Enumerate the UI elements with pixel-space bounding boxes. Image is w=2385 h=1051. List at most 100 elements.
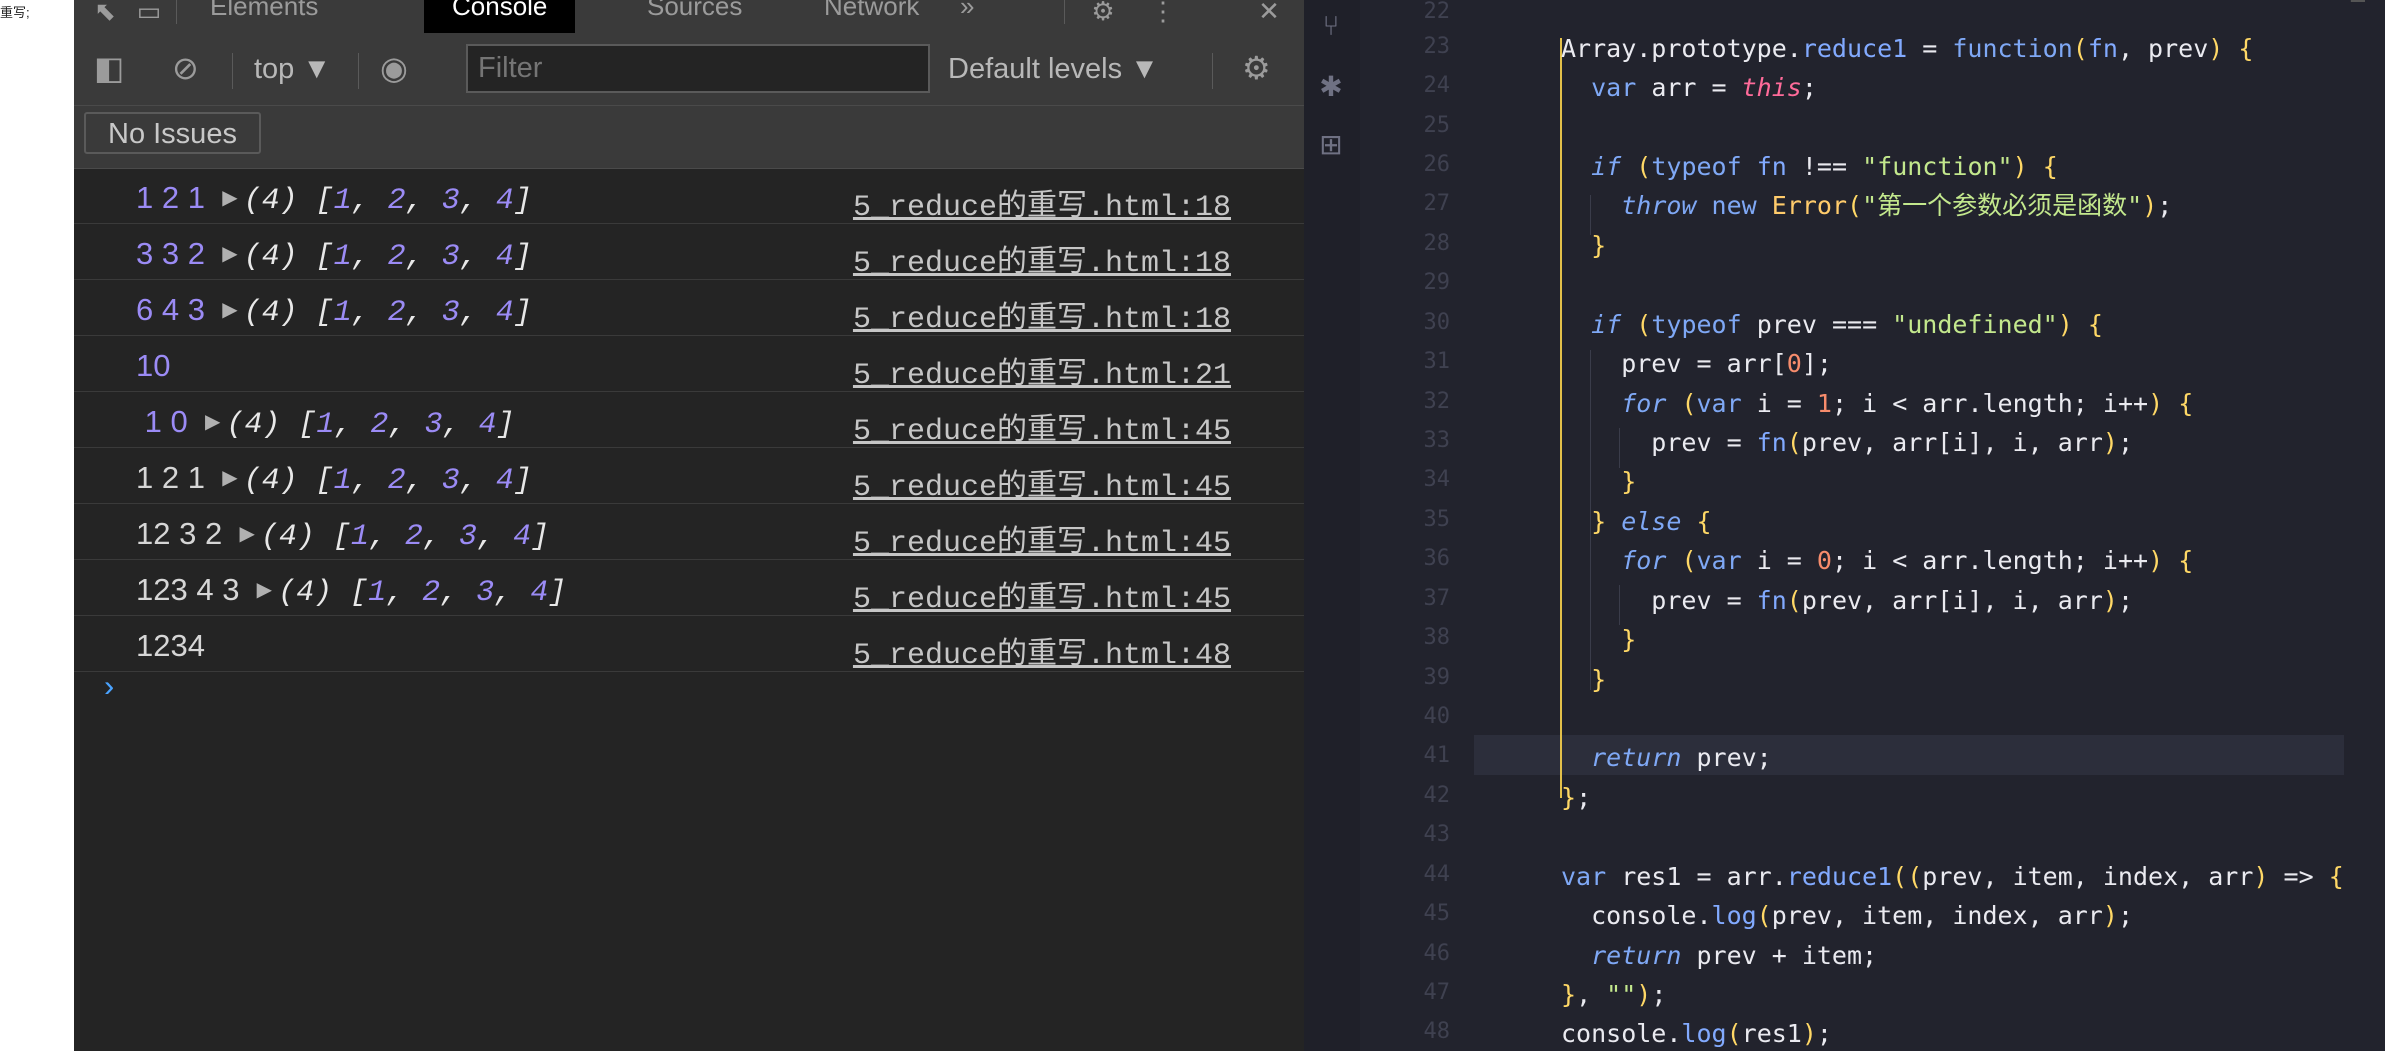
code-line[interactable]: if (typeof fn !== "function") {: [1561, 147, 2058, 187]
console-settings-gear-icon[interactable]: ⚙: [1242, 50, 1271, 86]
expand-triangle-icon[interactable]: ▶: [222, 243, 237, 265]
code-line[interactable]: }, "");: [1561, 975, 1666, 1015]
array-preview[interactable]: (4) [1, 2, 3, 4]: [226, 408, 514, 442]
tab-console[interactable]: Console: [424, 0, 576, 33]
no-issues-button[interactable]: No Issues: [84, 112, 261, 154]
code-line[interactable]: for (var i = 0; i < arr.length; i++) {: [1561, 541, 2193, 581]
tab-network[interactable]: Network: [796, 0, 947, 33]
console-toolbar: ◧ ⊘ top ▼ ◉ Default levels ▼ ⚙: [74, 33, 1304, 106]
code-line[interactable]: if (typeof prev === "undefined") {: [1561, 305, 2103, 345]
expand-triangle-icon[interactable]: ▶: [222, 187, 237, 209]
code-line[interactable]: console.log(res1);: [1561, 1014, 1832, 1051]
array-item: 4: [495, 184, 514, 218]
array-preview[interactable]: (4) [1, 2, 3, 4]: [261, 520, 549, 554]
line-number: 36: [1423, 546, 1451, 571]
clear-console-icon[interactable]: ⊘: [172, 50, 199, 86]
array-item: 3: [441, 464, 460, 498]
code-line[interactable]: return prev + item;: [1561, 936, 1877, 976]
expand-triangle-icon[interactable]: ▶: [222, 299, 237, 321]
array-item: 2: [387, 296, 406, 330]
console-row: 10 5_reduce的重写.html:21: [74, 336, 1304, 393]
code-line[interactable]: for (var i = 1; i < arr.length; i++) {: [1561, 384, 2193, 424]
page-background: 重写;: [0, 0, 74, 1051]
array-preview[interactable]: (4) [1, 2, 3, 4]: [244, 464, 532, 498]
expand-triangle-icon[interactable]: ▶: [222, 467, 237, 489]
code-line[interactable]: prev = arr[0];: [1561, 344, 1832, 384]
code-line[interactable]: Array.prototype.reduce1 = function(fn, p…: [1561, 29, 2253, 69]
source-link[interactable]: 5_reduce的重写.html:18: [853, 180, 1231, 225]
code-line[interactable]: };: [1561, 778, 1591, 818]
code-line[interactable]: throw new Error("第一个参数必须是函数");: [1561, 186, 2172, 226]
array-item: 4: [512, 520, 531, 554]
more-options-icon[interactable]: ⋮: [1146, 0, 1180, 28]
device-toolbar-icon[interactable]: ▭: [132, 0, 166, 28]
debug-bug-icon[interactable]: ✱: [1314, 70, 1348, 104]
source-link[interactable]: 5_reduce的重写.html:45: [853, 516, 1231, 561]
line-number: 27: [1423, 191, 1451, 216]
expand-triangle-icon[interactable]: ▶: [257, 579, 272, 601]
console-row: 6 4 3 ▶ (4) [1, 2, 3, 4] 5_reduce的重写.html…: [74, 280, 1304, 337]
code-line[interactable]: }: [1561, 226, 1606, 266]
source-control-icon[interactable]: ⑂: [1314, 10, 1348, 44]
tab-sources[interactable]: Sources: [619, 0, 770, 33]
line-number: 47: [1423, 980, 1451, 1005]
tab-separator: [176, 0, 177, 24]
array-item: 4: [495, 464, 514, 498]
line-number: 24: [1423, 73, 1451, 98]
array-preview[interactable]: (4) [1, 2, 3, 4]: [244, 296, 532, 330]
context-selector[interactable]: top ▼: [254, 53, 331, 86]
array-item: 2: [387, 464, 406, 498]
code-line[interactable]: prev = fn(prev, arr[i], i, arr);: [1561, 423, 2133, 463]
array-item: 2: [404, 520, 423, 554]
tab-elements[interactable]: Elements: [182, 0, 346, 33]
array-preview[interactable]: (4) [1, 2, 3, 4]: [244, 184, 532, 218]
console-row: 1234 5_reduce的重写.html:48: [74, 616, 1304, 673]
array-item: 3: [424, 408, 443, 442]
source-link[interactable]: 5_reduce的重写.html:18: [853, 236, 1231, 281]
inspect-element-icon[interactable]: ⬉: [88, 0, 122, 28]
close-devtools-icon[interactable]: ✕: [1252, 0, 1286, 28]
source-link[interactable]: 5_reduce的重写.html:18: [853, 292, 1231, 337]
code-line[interactable]: console.log(prev, item, index, arr);: [1561, 896, 2133, 936]
code-line[interactable]: }: [1561, 660, 1606, 700]
code-line[interactable]: prev = fn(prev, arr[i], i, arr);: [1561, 581, 2133, 621]
line-number: 43: [1423, 822, 1451, 847]
array-item: 4: [478, 408, 497, 442]
toolbar-separator: [232, 53, 233, 89]
console-message: 1 2 1 ▶ (4) [1, 2, 3, 4]: [136, 460, 532, 498]
code-line[interactable]: } else {: [1561, 502, 1711, 542]
array-preview[interactable]: (4) [1, 2, 3, 4]: [244, 240, 532, 274]
log-values: 3 3 2: [136, 236, 205, 271]
console-message: 10: [136, 348, 170, 384]
console-message: 12 3 2 ▶ (4) [1, 2, 3, 4]: [136, 516, 549, 554]
array-item: 4: [495, 240, 514, 274]
log-values: 12 3 2: [136, 516, 223, 551]
more-tabs-icon[interactable]: »: [932, 0, 1002, 33]
array-preview[interactable]: (4) [1, 2, 3, 4]: [278, 576, 566, 610]
array-item: 1: [333, 240, 352, 274]
line-number: 46: [1423, 941, 1451, 966]
filter-input[interactable]: [466, 44, 930, 93]
expand-triangle-icon[interactable]: ▶: [239, 523, 254, 545]
source-link[interactable]: 5_reduce的重写.html:48: [853, 628, 1231, 673]
code-line[interactable]: var res1 = arr.reduce1((prev, item, inde…: [1561, 857, 2344, 897]
source-link[interactable]: 5_reduce的重写.html:21: [853, 348, 1231, 393]
array-item: 1: [350, 520, 369, 554]
live-expression-eye-icon[interactable]: ◉: [380, 50, 408, 86]
sidebar-toggle-icon[interactable]: ◧: [94, 50, 124, 86]
line-number: 33: [1423, 428, 1451, 453]
source-link[interactable]: 5_reduce的重写.html:45: [853, 572, 1231, 617]
code-line[interactable]: }: [1561, 620, 1636, 660]
code-line[interactable]: }: [1561, 462, 1636, 502]
code-line[interactable]: return prev;: [1561, 738, 1772, 778]
line-number: 31: [1423, 349, 1451, 374]
extensions-icon[interactable]: ⊞: [1314, 128, 1348, 162]
line-number: 23: [1423, 34, 1451, 59]
settings-gear-icon[interactable]: ⚙: [1086, 0, 1120, 28]
source-link[interactable]: 5_reduce的重写.html:45: [853, 460, 1231, 505]
expand-triangle-icon[interactable]: ▶: [205, 411, 220, 433]
console-prompt[interactable]: ›: [100, 672, 118, 706]
code-line[interactable]: var arr = this;: [1561, 68, 1817, 108]
log-levels-dropdown[interactable]: Default levels ▼: [948, 53, 1159, 86]
source-link[interactable]: 5_reduce的重写.html:45: [853, 404, 1231, 449]
